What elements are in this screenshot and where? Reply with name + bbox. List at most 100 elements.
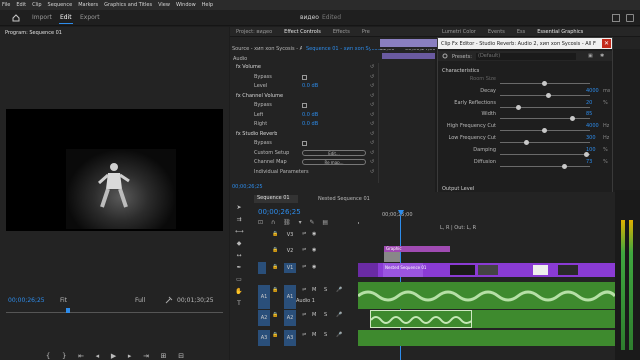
quick-export-icon[interactable] xyxy=(612,14,620,22)
mic-icon[interactable]: 🎤 xyxy=(336,312,342,318)
program-timecode[interactable]: 00;00;26;25 xyxy=(8,297,45,304)
mute-button[interactable]: M xyxy=(312,287,316,293)
timeline-timecode[interactable]: 00;00;26;25 xyxy=(258,208,301,216)
param-value[interactable]: 73 xyxy=(586,159,592,165)
effect-row-button[interactable]: Edit... xyxy=(302,149,366,156)
a2-clip[interactable] xyxy=(370,310,472,328)
hand-icon[interactable]: ✋ xyxy=(235,288,243,295)
tab-import[interactable]: Import xyxy=(32,14,52,21)
captions-icon[interactable]: ▤ xyxy=(322,219,328,226)
resolution-dropdown[interactable]: Full xyxy=(135,297,145,304)
param-value[interactable]: 100 xyxy=(586,147,596,153)
param-slider-thumb[interactable] xyxy=(542,128,547,134)
scrub-bar[interactable] xyxy=(6,312,223,313)
dialog-close-button[interactable]: ✕ xyxy=(602,39,611,48)
track-label-v1[interactable]: V1 xyxy=(284,263,296,273)
sync-lock-icon[interactable]: ⇌ xyxy=(302,287,306,293)
slip-icon[interactable]: ↔ xyxy=(235,252,243,259)
sync-lock-icon[interactable]: ⇌ xyxy=(302,231,306,237)
playhead-marker[interactable] xyxy=(66,308,70,313)
save-preset-icon[interactable]: ▣ xyxy=(588,53,593,59)
reset-icon[interactable]: ↺ xyxy=(370,169,374,175)
mic-icon[interactable]: 🎤 xyxy=(336,332,342,338)
param-value[interactable]: 20 xyxy=(586,100,592,106)
param-slider-thumb[interactable] xyxy=(546,92,552,98)
a3-clip[interactable] xyxy=(358,330,615,346)
sync-lock-icon[interactable]: ⇌ xyxy=(302,332,306,338)
solo-button[interactable]: S xyxy=(324,312,327,318)
tab-lumetri[interactable]: Lumetri Color xyxy=(436,29,482,35)
wrench-icon[interactable]: ✎ xyxy=(309,219,314,226)
effect-row-value[interactable]: 0.0 dB xyxy=(302,121,318,127)
lock-icon[interactable]: 🔒 xyxy=(272,332,278,338)
fullscreen-icon[interactable] xyxy=(626,14,634,22)
step-forward-icon[interactable]: ▸ xyxy=(128,352,132,360)
marker-icon[interactable]: ▾ xyxy=(299,219,302,226)
razor-icon[interactable]: ◆ xyxy=(235,240,243,247)
tab-project[interactable]: Project: видео xyxy=(230,29,278,35)
mark-in-icon[interactable]: { xyxy=(46,352,50,360)
audio-patch-a3[interactable]: A3 xyxy=(258,330,270,346)
nest-icon[interactable]: ⊡ xyxy=(258,219,263,226)
tab-edit[interactable]: Edit xyxy=(60,14,72,21)
audio-patch-a2[interactable]: A2 xyxy=(258,310,270,326)
reset-icon[interactable]: ↺ xyxy=(370,121,374,127)
home-icon[interactable] xyxy=(12,14,20,22)
track-label-a3[interactable]: A3 xyxy=(284,330,296,346)
menu-view[interactable]: View xyxy=(158,2,170,8)
fit-dropdown[interactable]: Fit xyxy=(60,297,67,304)
menu-file[interactable]: File xyxy=(2,2,10,8)
selection-tool-icon[interactable]: ➤ xyxy=(235,204,243,211)
snap-icon[interactable]: ∩ xyxy=(271,219,275,226)
mic-icon[interactable]: 🎤 xyxy=(336,287,342,293)
tab-sequence-01[interactable]: Sequence 01 xyxy=(254,195,298,203)
tab-essential-graphics[interactable]: Essential Graphics xyxy=(531,29,589,35)
solo-button[interactable]: S xyxy=(324,287,327,293)
track-label-a2[interactable]: A2 xyxy=(284,310,296,326)
v1-clip-track[interactable]: Nested Sequence 01 xyxy=(358,263,615,277)
tab-events[interactable]: Events xyxy=(482,29,511,35)
v2-thumb-clip[interactable] xyxy=(384,252,400,262)
linked-icon[interactable]: ⛓ xyxy=(283,219,291,226)
eye-icon[interactable]: ◉ xyxy=(312,247,316,253)
param-slider-thumb[interactable] xyxy=(570,116,576,122)
effect-row-value[interactable]: 0.0 dB xyxy=(302,83,318,89)
effect-row-value[interactable]: 0.0 dB xyxy=(302,112,318,118)
lock-icon[interactable]: 🔒 xyxy=(272,312,278,318)
tab-effects[interactable]: Effects xyxy=(327,29,356,35)
tab-effect-controls[interactable]: Effect Controls xyxy=(278,29,327,35)
eye-icon[interactable]: ◉ xyxy=(312,231,316,237)
reset-icon[interactable]: ↺ xyxy=(370,131,374,137)
menu-edit[interactable]: Edit xyxy=(16,2,26,8)
menu-help[interactable]: Help xyxy=(202,2,213,8)
tab-ess[interactable]: Ess xyxy=(511,29,531,35)
mute-button[interactable]: M xyxy=(312,312,316,318)
reset-icon[interactable]: ↺ xyxy=(370,93,374,99)
param-slider-thumb[interactable] xyxy=(515,104,521,110)
a1-clip[interactable] xyxy=(358,282,615,309)
solo-button[interactable]: S xyxy=(324,332,327,338)
sync-lock-icon[interactable]: ⇌ xyxy=(302,247,306,253)
presets-dropdown[interactable]: (Default) xyxy=(476,53,576,60)
go-to-in-icon[interactable]: ⇤ xyxy=(78,352,84,360)
mark-out-icon[interactable]: } xyxy=(62,352,66,360)
source-patch[interactable] xyxy=(258,262,266,274)
eye-icon[interactable]: ◉ xyxy=(312,264,316,270)
param-value[interactable]: 300 xyxy=(586,135,596,141)
reset-icon[interactable]: ↺ xyxy=(370,64,374,70)
source-patch[interactable] xyxy=(258,229,266,241)
track-select-icon[interactable]: ⇉ xyxy=(235,216,243,223)
sync-lock-icon[interactable]: ⇌ xyxy=(302,312,306,318)
reset-icon[interactable]: ↺ xyxy=(370,102,374,108)
menu-markers[interactable]: Markers xyxy=(78,2,98,8)
menu-clip[interactable]: Clip xyxy=(32,2,41,8)
lock-icon[interactable]: 🔒 xyxy=(272,231,278,237)
param-slider-thumb[interactable] xyxy=(562,163,568,169)
menu-graphics[interactable]: Graphics and Titles xyxy=(104,2,152,8)
lock-icon[interactable]: 🔒 xyxy=(272,287,278,293)
track-label-a1[interactable]: A1 xyxy=(284,285,296,309)
effect-row-button[interactable]: Re map... xyxy=(302,159,366,165)
param-slider-thumb[interactable] xyxy=(542,81,547,86)
type-icon[interactable]: T xyxy=(235,300,243,307)
reset-icon[interactable]: ↺ xyxy=(370,83,374,89)
